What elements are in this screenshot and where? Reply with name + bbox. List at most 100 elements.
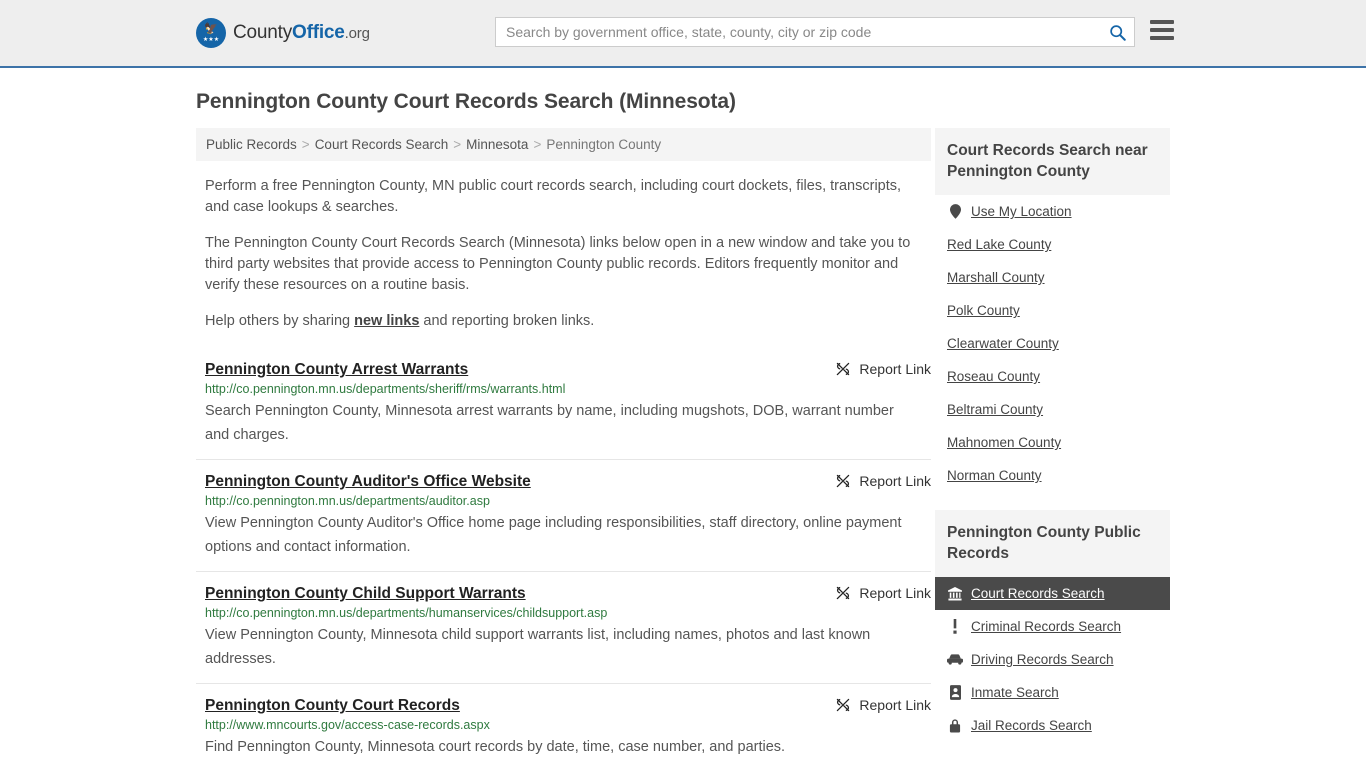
nearby-link-roseau-county[interactable]: Roseau County (935, 360, 1170, 393)
list-item-label: Marshall County (947, 270, 1045, 285)
breadcrumb-item-3: Pennington County (546, 137, 662, 152)
records-link-driving-records-search[interactable]: Driving Records Search (935, 643, 1170, 676)
breadcrumb-separator: > (453, 137, 462, 152)
list-item: Marshall County (935, 261, 1170, 294)
nearby-link-red-lake-county[interactable]: Red Lake County (935, 228, 1170, 261)
report-link-label: Report Link (859, 473, 931, 489)
breadcrumb: Public Records > Court Records Search > Minn… (196, 128, 931, 161)
nearby-link-marshall-county[interactable]: Marshall County (935, 261, 1170, 294)
list-item-label: Polk County (947, 303, 1020, 318)
list-item: Criminal Records Search (935, 610, 1170, 643)
list-item-label: Use My Location (971, 204, 1072, 219)
list-item-label: Clearwater County (947, 336, 1059, 351)
intro-p3-after: and reporting broken links. (419, 313, 595, 329)
breadcrumb-item-0[interactable]: Public Records (206, 137, 297, 152)
content-columns: Public Records > Court Records Search > Minn… (196, 128, 1170, 768)
map-pin-icon (947, 204, 963, 219)
breadcrumb-item-2[interactable]: Minnesota (466, 137, 528, 152)
result-description: Find Pennington County, Minnesota court … (205, 739, 786, 755)
result-url: http://www.mncourts.gov/access-case-reco… (205, 718, 490, 732)
site-logo[interactable]: 🦅 ★★★ CountyOffice.org (196, 18, 370, 48)
public-records-list: Court Records Search Criminal Records Sea… (935, 577, 1170, 742)
list-item: Norman County (935, 459, 1170, 492)
nearby-link-polk-county[interactable]: Polk County (935, 294, 1170, 327)
result-description: View Pennington County Auditor's Office … (205, 515, 902, 555)
intro-paragraph-2: The Pennington County Court Records Sear… (205, 235, 911, 293)
hamburger-bar (1150, 20, 1174, 24)
list-item-label: Jail Records Search (971, 718, 1092, 733)
broken-link-icon (837, 586, 850, 600)
records-link-inmate-search[interactable]: Inmate Search (935, 676, 1170, 709)
result-title-link[interactable]: Pennington County Arrest Warrants (205, 361, 468, 379)
list-item: Mahnomen County (935, 426, 1170, 459)
records-link-jail-records-search[interactable]: Jail Records Search (935, 709, 1170, 742)
result-item: Pennington County Auditor's Office Websi… (196, 459, 931, 571)
hamburger-menu-icon[interactable] (1150, 20, 1174, 40)
hamburger-bar (1150, 36, 1174, 40)
courthouse-icon (947, 586, 963, 601)
broken-link-icon (837, 474, 850, 488)
list-item: Driving Records Search (935, 643, 1170, 676)
result-item: Pennington County Court Records http://ww… (196, 683, 931, 768)
lock-icon (947, 718, 963, 733)
broken-link-icon (837, 698, 850, 712)
page-container: Pennington County Court Records Search (… (0, 90, 1366, 768)
search-bar (495, 17, 1135, 47)
breadcrumb-item-1[interactable]: Court Records Search (315, 137, 449, 152)
report-link-button[interactable]: Report Link (835, 585, 931, 601)
brand-part-office: Office (292, 22, 345, 43)
result-title-link[interactable]: Pennington County Court Records (205, 697, 460, 715)
site-header: 🦅 ★★★ CountyOffice.org (0, 0, 1366, 68)
list-item: Clearwater County (935, 327, 1170, 360)
list-item-label: Court Records Search (971, 586, 1105, 601)
result-description: Search Pennington County, Minnesota arre… (205, 403, 894, 443)
result-title-link[interactable]: Pennington County Auditor's Office Websi… (205, 473, 531, 491)
nearby-link-beltrami-county[interactable]: Beltrami County (935, 393, 1170, 426)
report-link-button[interactable]: Report Link (835, 361, 931, 377)
sidebar: Court Records Search near Pennington Cou… (935, 128, 1170, 742)
nearby-link-mahnomen-county[interactable]: Mahnomen County (935, 426, 1170, 459)
result-url: http://co.pennington.mn.us/departments/h… (205, 606, 608, 620)
result-item: Pennington County Arrest Warrants http://… (196, 355, 931, 459)
list-item-label: Roseau County (947, 369, 1041, 384)
result-url: http://co.pennington.mn.us/departments/a… (205, 494, 490, 508)
eagle-seal-icon: 🦅 ★★★ (196, 18, 226, 48)
search-button[interactable] (1100, 18, 1134, 46)
intro-text: Perform a free Pennington County, MN pub… (196, 176, 931, 332)
report-link-button[interactable]: Report Link (835, 473, 931, 489)
id-card-icon (947, 685, 963, 700)
car-icon (947, 654, 963, 665)
public-records-panel-heading: Pennington County Public Records (935, 510, 1170, 577)
result-url: http://co.pennington.mn.us/departments/s… (205, 382, 566, 396)
intro-paragraph-1: Perform a free Pennington County, MN pub… (205, 178, 902, 215)
list-item: Use My Location (935, 195, 1170, 228)
brand-part-org: .org (344, 25, 370, 42)
list-item: Jail Records Search (935, 709, 1170, 742)
search-input[interactable] (496, 18, 1100, 46)
main-column: Public Records > Court Records Search > Minn… (196, 128, 931, 768)
nearby-county-list: Use My Location Red Lake County Marshall C… (935, 195, 1170, 492)
result-item: Pennington County Child Support Warrants… (196, 571, 931, 683)
list-item: Court Records Search (935, 577, 1170, 610)
panel-spacer (935, 492, 1170, 510)
report-link-button[interactable]: Report Link (835, 697, 931, 713)
search-icon (1109, 24, 1126, 41)
list-item-label: Norman County (947, 468, 1042, 483)
exclamation-icon (947, 619, 963, 634)
list-item-label: Red Lake County (947, 237, 1052, 252)
nearby-link-norman-county[interactable]: Norman County (935, 459, 1170, 492)
broken-link-icon (837, 362, 850, 376)
records-link-criminal-records-search[interactable]: Criminal Records Search (935, 610, 1170, 643)
report-link-label: Report Link (859, 361, 931, 377)
result-title-link[interactable]: Pennington County Child Support Warrants (205, 585, 526, 603)
result-list: Pennington County Arrest Warrants http://… (196, 355, 931, 768)
breadcrumb-separator: > (301, 137, 310, 152)
nearby-link-clearwater-county[interactable]: Clearwater County (935, 327, 1170, 360)
new-links-link[interactable]: new links (354, 313, 419, 329)
report-link-label: Report Link (859, 585, 931, 601)
nearby-link-use-my-location[interactable]: Use My Location (935, 195, 1170, 228)
list-item: Red Lake County (935, 228, 1170, 261)
records-link-court-records-search[interactable]: Court Records Search (935, 577, 1170, 610)
list-item: Beltrami County (935, 393, 1170, 426)
brand-part-county: County (233, 22, 293, 43)
